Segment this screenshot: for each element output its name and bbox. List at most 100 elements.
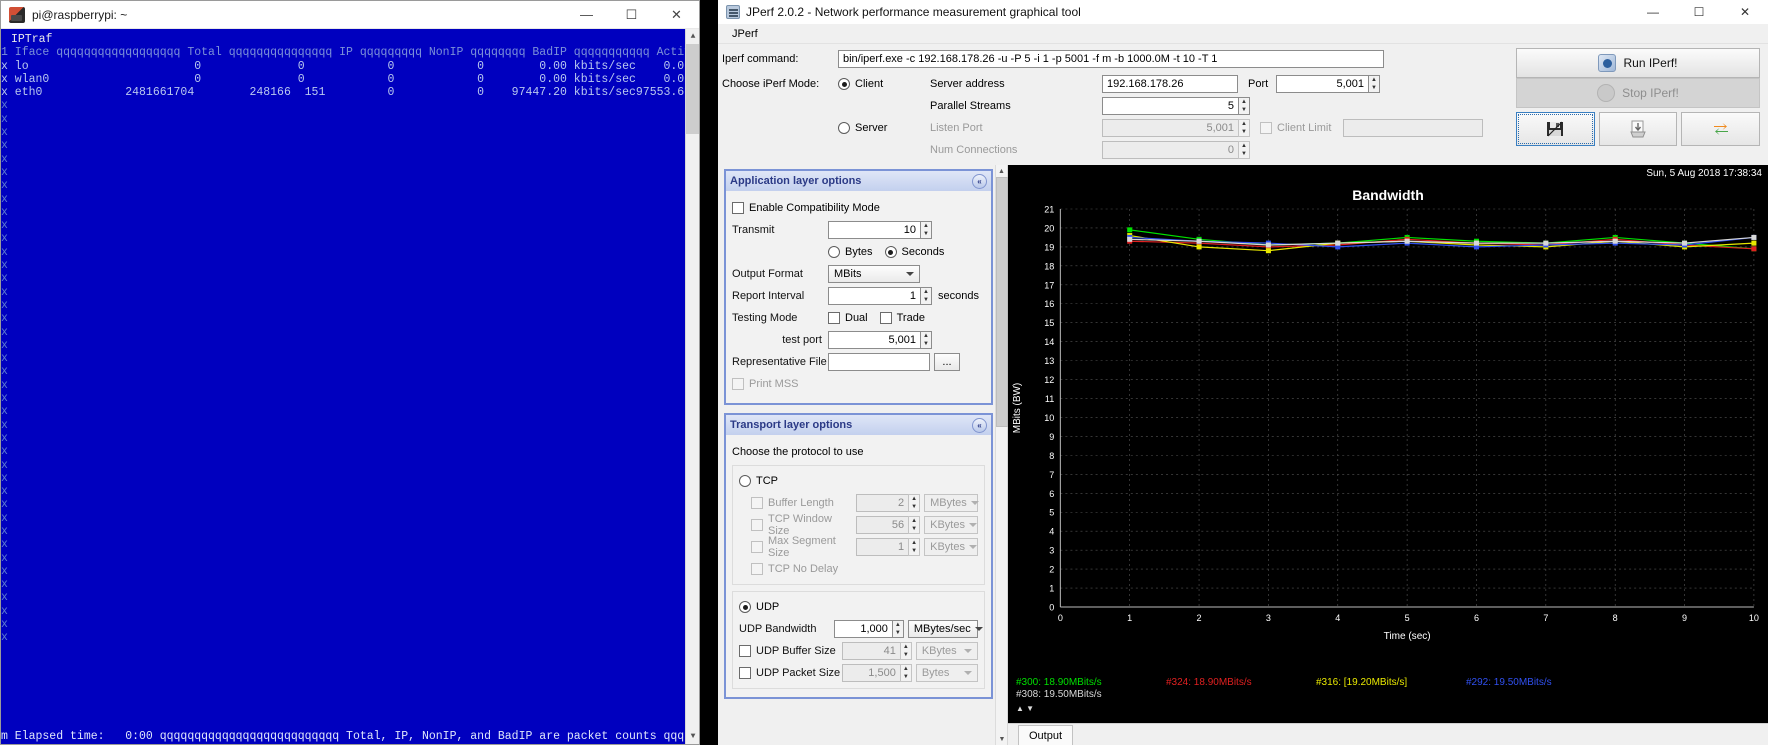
collapse-icon[interactable]: « [972,417,987,433]
udp-buffer-unit-select: KBytes [915,642,978,660]
transmit-down-icon[interactable]: ▼ [921,230,931,238]
scroll-up-icon[interactable]: ▲ [686,29,699,44]
listen-port-input [1102,119,1238,137]
terminal-maximize-button[interactable]: ☐ [609,1,654,29]
terminal-body[interactable]: IPTraf 1 Iface qqqqqqqqqqqqqqqqqq Total … [1,29,699,744]
dual-checkbox[interactable] [828,312,840,324]
browse-file-button[interactable]: ... [934,353,960,371]
stop-iperf-button[interactable]: Stop IPerf! [1516,78,1760,108]
seconds-radio-group[interactable]: Seconds [884,246,944,258]
run-controls: Run IPerf! Stop IPerf! [1516,48,1764,161]
scrollbar-thumb[interactable] [686,44,699,134]
port-up-icon[interactable]: ▲ [1369,76,1379,84]
options-scrollbar[interactable]: ▲ ▼ [995,165,1008,745]
test-port-stepper[interactable]: ▲▼ [828,331,932,349]
terminal-titlebar[interactable]: pi@raspberrypi: ~ — ☐ ✕ [1,1,699,29]
trade-checkbox[interactable] [879,312,892,324]
run-iperf-button[interactable]: Run IPerf! [1516,48,1760,78]
udppkt-down-icon: ▼ [902,674,909,680]
interval-up-icon[interactable]: ▲ [921,288,931,296]
streams-down-icon[interactable]: ▼ [1239,106,1249,114]
port-stepper[interactable]: ▲▼ [1276,75,1380,93]
representative-file-input[interactable] [828,353,930,371]
scroll-up-icon[interactable]: ▲ [996,165,1007,177]
udp-bandwidth-input[interactable] [833,620,892,638]
chart-scroll-icons[interactable]: ▲ ▼ [1016,704,1034,713]
bytes-radio-group[interactable]: Bytes [828,246,873,258]
streams-up-icon[interactable]: ▲ [1239,98,1249,106]
seconds-radio[interactable] [884,246,897,258]
compat-mode-checkbox[interactable] [732,202,744,214]
server-address-input[interactable] [1102,75,1238,93]
port-down-icon[interactable]: ▼ [1369,84,1379,92]
listen-down-icon: ▼ [1241,129,1247,135]
testport-down-icon[interactable]: ▼ [921,340,931,348]
server-radio-group[interactable]: Server [838,122,930,134]
test-port-input[interactable] [828,331,920,349]
application-layer-header[interactable]: Application layer options « [726,171,991,191]
bandwidth-chart[interactable]: Bandwidth 0 1 2 3 4 5 6 7 8 9 10 11 12 13 14 15 16 17 18 19… [1008,181,1768,723]
scroll-down-icon[interactable]: ▼ [996,733,1008,745]
report-interval-stepper[interactable]: ▲▼ [828,287,932,305]
parallel-streams-stepper[interactable]: ▲▼ [1102,97,1250,115]
testport-up-icon[interactable]: ▲ [921,332,931,340]
terminal-close-button[interactable]: ✕ [654,1,699,29]
udp-radio[interactable] [739,601,751,613]
max-segment-input [856,538,909,556]
open-button[interactable] [1598,112,1678,146]
compat-mode-row: Enable Compatibility Mode [732,197,985,219]
interval-down-icon[interactable]: ▼ [921,296,931,304]
tcp-radio-row[interactable]: TCP [739,470,978,492]
test-port-row: test port ▲▼ [732,329,985,351]
udp-buffer-checkbox[interactable] [739,645,751,657]
tab-output[interactable]: Output [1018,725,1074,745]
iptraf-blank-row: x [1,564,8,578]
options-scroll-area: Application layer options « Enable Compa… [718,165,1007,745]
tcp-window-input [856,516,909,534]
udpbw-up-icon[interactable]: ▲ [893,621,903,629]
udp-packet-checkbox[interactable] [739,667,751,679]
jperf-titlebar[interactable]: JPerf 2.0.2 - Network performance measur… [718,0,1768,24]
udp-bandwidth-unit-select[interactable]: MBytes/sec [907,620,983,638]
legend-item: #316: [19.20MBits/s] [1316,677,1408,688]
jperf-minimize-button[interactable]: — [1630,0,1676,24]
client-radio[interactable] [838,78,850,90]
iperf-command-input[interactable] [838,50,1384,68]
report-interval-input[interactable] [828,287,920,305]
terminal-scrollbar[interactable]: ▲ ▼ [685,29,699,744]
collapse-icon[interactable]: « [972,173,987,189]
menu-item-jperf[interactable]: JPerf [726,26,764,42]
protocol-heading-row: Choose the protocol to use [732,441,985,463]
save-button[interactable] [1516,112,1595,146]
print-mss-row: Print MSS [732,373,985,395]
buffer-length-label: Buffer Length [768,497,834,509]
trade-checkbox-group[interactable]: Trade [879,312,925,324]
iptraf-table-header: 1 Iface qqqqqqqqqqqqqqqqqq Total qqqqqqq… [1,46,699,60]
transport-layer-header[interactable]: Transport layer options « [726,415,991,435]
jperf-maximize-button[interactable]: ☐ [1676,0,1722,24]
scroll-down-icon[interactable]: ▼ [686,729,699,744]
refresh-button[interactable] [1681,112,1761,146]
transmit-stepper[interactable]: ▲▼ [828,221,932,239]
bytes-radio[interactable] [828,246,840,258]
dual-checkbox-group[interactable]: Dual [828,312,868,324]
port-input[interactable] [1276,75,1368,93]
parallel-streams-input[interactable] [1102,97,1238,115]
output-format-select[interactable]: MBits [828,265,920,283]
terminal-minimize-button[interactable]: — [564,1,609,29]
client-radio-group[interactable]: Client [838,78,930,90]
udp-bandwidth-stepper[interactable]: ▲▼ [833,620,904,638]
client-radio-label: Client [855,78,884,90]
jperf-close-button[interactable]: ✕ [1722,0,1768,24]
client-limit-label: Client Limit [1277,122,1332,134]
chart-legend: #300: 18.90MBits/s #324: 18.90MBits/s #3… [1008,677,1768,701]
jperf-config-strip: Iperf command: Choose iPerf Mode: Client… [718,44,1768,165]
scrollbar-thumb[interactable] [996,177,1008,427]
udpbw-down-icon[interactable]: ▼ [893,629,903,637]
udp-buffer-input [841,642,900,660]
udp-radio-row[interactable]: UDP [739,596,978,618]
transmit-input[interactable] [828,221,920,239]
transmit-up-icon[interactable]: ▲ [921,222,931,230]
tcp-radio[interactable] [739,475,751,487]
server-radio[interactable] [838,122,850,134]
